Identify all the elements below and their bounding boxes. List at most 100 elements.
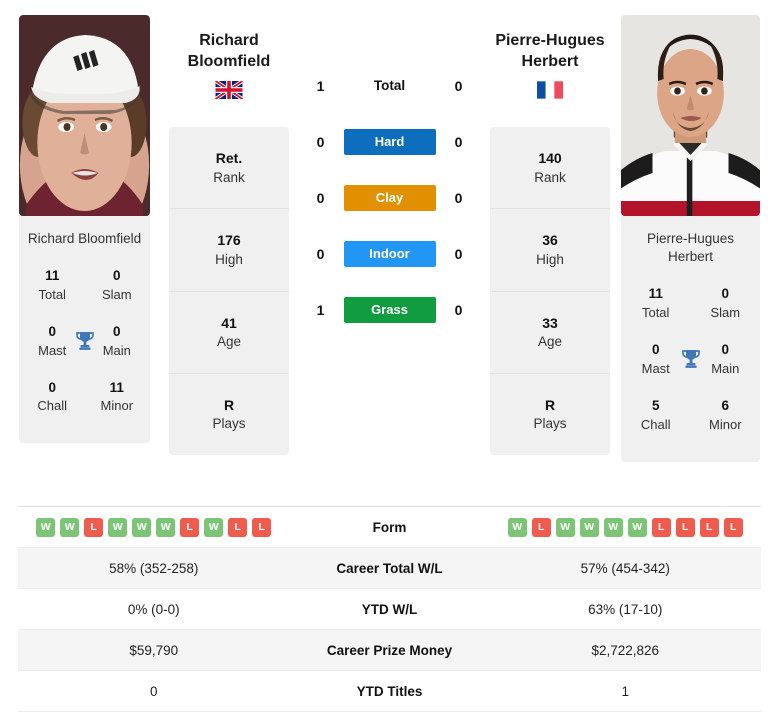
right-player-photo[interactable] (621, 15, 760, 216)
left-player-flag (169, 81, 289, 101)
right-titles-mast-value: 0 (651, 342, 660, 358)
left-titles-chall-value: 0 (48, 379, 56, 395)
left-form-chip-4[interactable]: W (132, 517, 152, 537)
right-form-chip-2[interactable]: W (555, 517, 575, 537)
left-titles-mast-label: Mast (38, 342, 67, 358)
right-titles-chall-value: 5 (651, 397, 660, 413)
left-form-chip-5[interactable]: W (156, 517, 176, 537)
right-age-cell: 33 Age (490, 292, 610, 374)
left-titles-total-label: Total (38, 286, 66, 302)
right-age-label: Age (537, 333, 563, 349)
left-rank-label: Rank (213, 169, 245, 185)
right-form-chip-3[interactable]: W (579, 517, 599, 537)
stats-comparison-table: WWLWWWLWLL Form WLWWWWLLLL 58% (352-258)… (18, 506, 761, 712)
left-age-cell: 41 Age (169, 292, 289, 374)
right-form-chip-5[interactable]: W (627, 517, 647, 537)
right-career-prize-money: $2,722,826 (591, 642, 660, 658)
left-titles-total: 11 Total (33, 266, 71, 304)
right-player-last-name: Herbert (521, 53, 579, 71)
h2h-indoor-left-score: 0 (316, 246, 325, 262)
h2h-row-hard: 0 Hard 0 (289, 114, 490, 170)
right-card-last-name: Herbert (667, 249, 713, 265)
right-form-chip-1[interactable]: L (531, 517, 551, 537)
right-player-name[interactable]: Pierre-Hugues Herbert (490, 30, 610, 72)
h2h-row-total: 1 Total 0 (289, 58, 490, 114)
left-high-cell: 176 High (169, 209, 289, 292)
left-form-chip-0[interactable]: W (36, 517, 56, 537)
right-titles-total: 11 Total (635, 284, 676, 322)
right-titles-total-value: 11 (648, 286, 663, 302)
right-form-chip-8[interactable]: L (699, 517, 719, 537)
left-player-card-name: Richard Bloomfield (27, 231, 142, 246)
right-age-value: 33 (542, 314, 558, 331)
right-rank-card: 140 Rank 36 High 33 Age R Plays (490, 127, 610, 455)
right-form-chip-9[interactable]: L (723, 517, 743, 537)
h2h-grass-left-score: 1 (316, 302, 325, 318)
right-titles-main-value: 0 (721, 342, 730, 358)
right-titles-row-1: 11 Total 0 Slam (627, 276, 754, 332)
left-player-last-name: Bloomfield (187, 53, 271, 71)
left-career-total-wl: 58% (352-258) (109, 560, 199, 576)
left-form-chip-8[interactable]: L (228, 517, 248, 537)
left-titles-row-3: 0 Chall 11 Minor (25, 370, 144, 426)
left-titles-slam: 0 Slam (98, 266, 136, 304)
left-form-chip-6[interactable]: L (180, 517, 200, 537)
left-titles-grid: 11 Total 0 Slam 0 Mast 0 Main 0 Chall 11… (19, 258, 150, 443)
right-high-value: 36 (542, 232, 558, 249)
left-player-name[interactable]: Richard Bloomfield (169, 30, 289, 72)
right-ytd-titles: 1 (621, 683, 629, 699)
right-player-flag (490, 81, 610, 101)
left-player-card[interactable]: Richard Bloomfield 11 Total 0 Slam 0 Mas… (19, 15, 150, 444)
left-age-label: Age (216, 333, 242, 349)
h2h-total-right-score: 0 (454, 78, 463, 94)
left-form-chip-7[interactable]: W (204, 517, 224, 537)
right-titles-main-label: Main (711, 360, 740, 376)
stats-row-ytd-titles: 0 YTD Titles 1 (18, 671, 761, 712)
right-plays-value: R (544, 396, 556, 413)
left-rank-value: Ret. (215, 150, 243, 167)
left-titles-minor: 11 Minor (98, 378, 136, 416)
surface-badge-grass[interactable]: Grass (343, 297, 436, 323)
right-titles-mast-label: Mast (641, 360, 670, 376)
left-plays-label: Plays (212, 416, 246, 432)
right-card-first-name: Pierre-Hugues (646, 231, 735, 246)
left-titles-chall: 0 Chall (33, 378, 71, 416)
left-titles-mast: 0 Mast (33, 322, 71, 360)
left-form-chip-3[interactable]: W (108, 517, 128, 537)
right-form-chip-6[interactable]: L (651, 517, 671, 537)
left-form-chip-1[interactable]: W (60, 517, 80, 537)
left-high-label: High (215, 251, 243, 267)
right-form-chip-4[interactable]: W (603, 517, 623, 537)
right-player-card-name: Pierre-Hugues Herbert (621, 216, 760, 276)
stats-row-career-prize-money: $59,790 Career Prize Money $2,722,826 (18, 630, 761, 671)
left-form-chip-9[interactable]: L (252, 517, 272, 537)
left-form-chip-2[interactable]: L (84, 517, 104, 537)
head-to-head-column: 1 Total 0 0 Hard 0 0 Clay 0 0 Indoor 0 1 (289, 0, 490, 338)
left-ytd-wl: 0% (0-0) (127, 601, 180, 617)
left-form-strip: WWLWWWLWLL (18, 517, 290, 537)
left-titles-slam-value: 0 (113, 268, 121, 284)
right-titles-main: 0 Main (705, 340, 746, 378)
right-plays-cell: R Plays (490, 374, 610, 455)
left-titles-row-1: 11 Total 0 Slam (25, 258, 144, 314)
stats-row-career-total-wl: 58% (352-258) Career Total W/L 57% (454-… (18, 548, 761, 589)
surface-badge-clay[interactable]: Clay (343, 185, 436, 211)
left-form-cell: WWLWWWLWLL (18, 517, 290, 537)
left-rank-cell: Ret. Rank (169, 127, 289, 210)
right-titles-mast: 0 Mast (635, 340, 676, 378)
left-titles-main-label: Main (102, 342, 131, 358)
right-form-chip-7[interactable]: L (675, 517, 695, 537)
right-form-chip-0[interactable]: W (507, 517, 527, 537)
left-titles-minor-value: 11 (109, 379, 124, 395)
left-titles-minor-label: Minor (100, 398, 134, 414)
h2h-grass-right-score: 0 (454, 302, 463, 318)
h2h-row-grass: 1 Grass 0 (289, 282, 490, 338)
left-titles-main: 0 Main (98, 322, 136, 360)
right-player-card[interactable]: Pierre-Hugues Herbert 11 Total 0 Slam 0 … (621, 15, 760, 462)
right-titles-row-3: 5 Chall 6 Minor (627, 388, 754, 444)
left-titles-mast-value: 0 (48, 323, 56, 339)
surface-badge-indoor[interactable]: Indoor (343, 241, 436, 267)
stats-row-ytd-wl: 0% (0-0) YTD W/L 63% (17-10) (18, 589, 761, 630)
left-player-photo[interactable] (19, 15, 150, 216)
surface-badge-hard[interactable]: Hard (343, 129, 436, 155)
